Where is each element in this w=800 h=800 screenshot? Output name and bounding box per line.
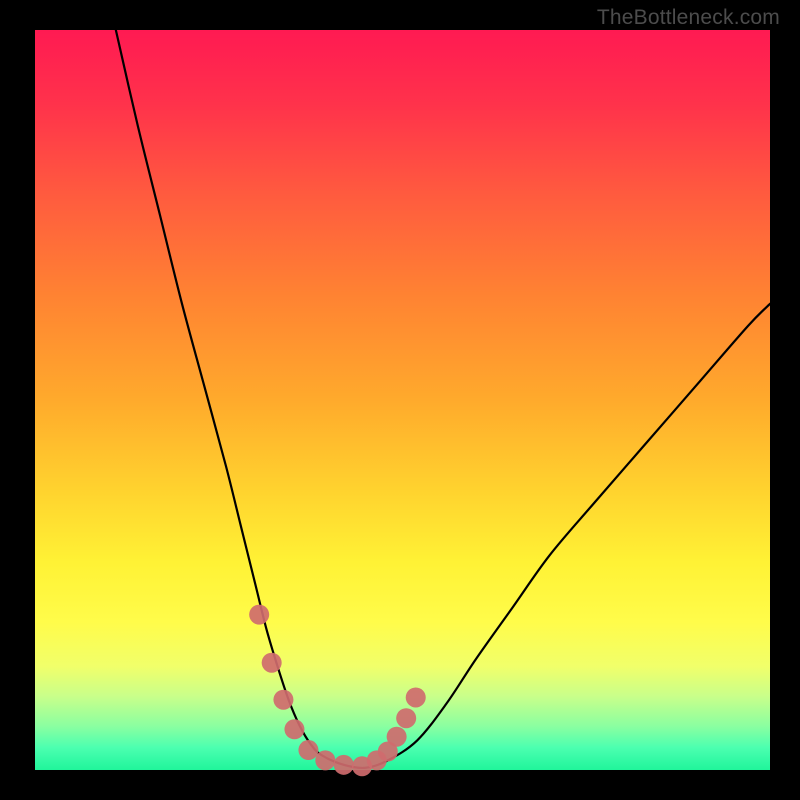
curve-marker	[406, 687, 426, 707]
chart-svg	[35, 30, 770, 770]
plot-area	[35, 30, 770, 770]
curve-markers	[249, 605, 426, 777]
watermark-text: TheBottleneck.com	[597, 6, 780, 30]
chart-frame: TheBottleneck.com	[0, 0, 800, 800]
curve-marker	[273, 690, 293, 710]
curve-marker	[387, 727, 407, 747]
curve-marker	[334, 755, 354, 775]
curve-marker	[284, 719, 304, 739]
bottleneck-curve	[116, 30, 770, 768]
curve-marker	[396, 708, 416, 728]
curve-marker	[262, 653, 282, 673]
curve-marker	[298, 740, 318, 760]
curve-marker	[315, 750, 335, 770]
curve-marker	[249, 605, 269, 625]
